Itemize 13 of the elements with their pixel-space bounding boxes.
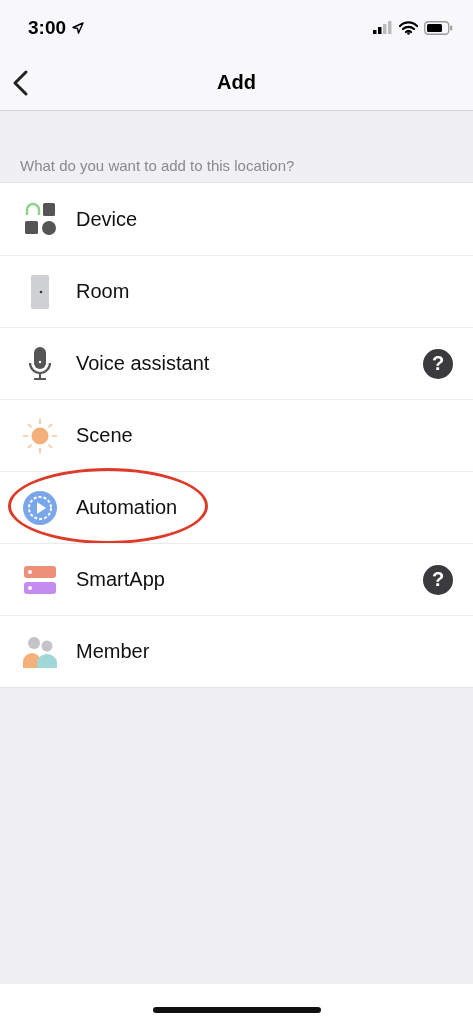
status-time: 3:00: [28, 16, 67, 39]
sun-icon: [22, 417, 58, 454]
battery-icon: [424, 20, 453, 35]
play-clock-icon: [22, 489, 58, 526]
help-icon[interactable]: ?: [423, 348, 453, 379]
location-arrow-icon: [72, 21, 85, 34]
signal-icon: [373, 21, 393, 34]
shapes-icon: [22, 201, 58, 237]
page-title: Add: [217, 71, 256, 94]
list-item[interactable]: Automation: [0, 471, 473, 543]
help-icon[interactable]: ?: [423, 564, 453, 595]
section-header: What do you want to add to this location?: [19, 156, 296, 176]
wifi-icon: [399, 20, 418, 35]
